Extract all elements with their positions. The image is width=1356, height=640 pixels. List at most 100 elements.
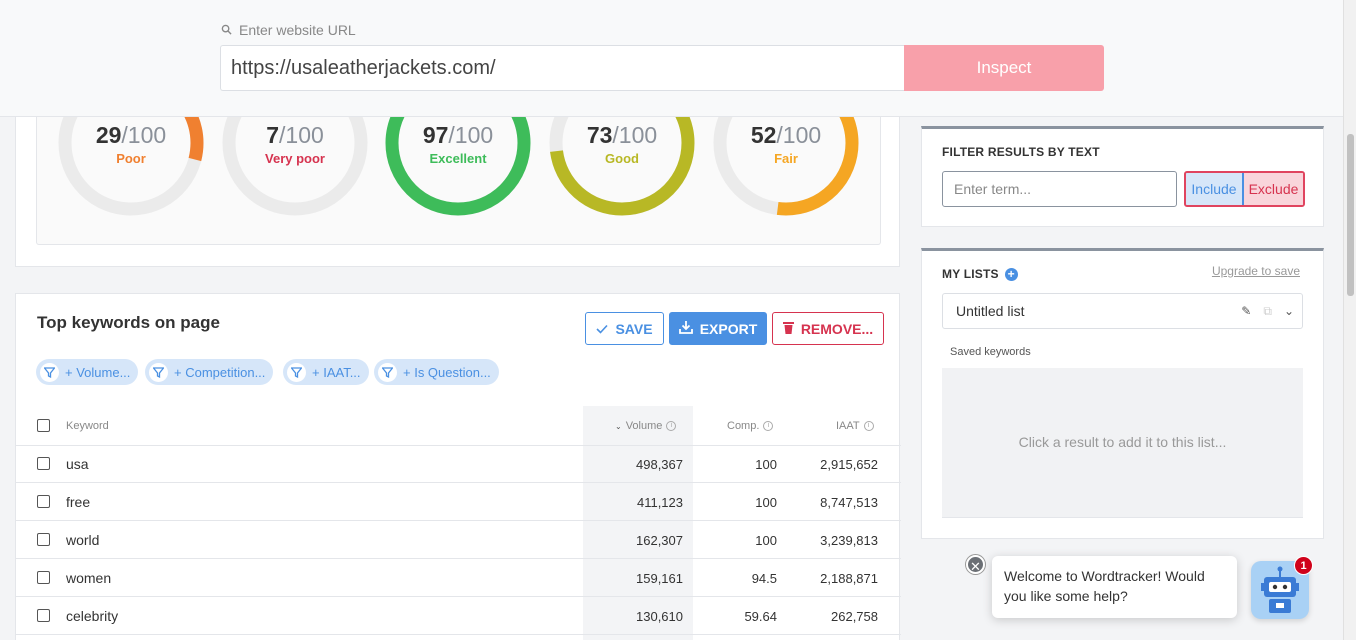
gauge-score: 29 xyxy=(95,122,122,148)
filter-icon xyxy=(40,362,59,382)
url-input[interactable]: https://usaleatherjackets.com/ xyxy=(220,45,905,91)
select-all-checkbox[interactable] xyxy=(37,419,50,432)
scrollbar-thumb[interactable] xyxy=(1347,134,1354,296)
gauge-score: 73 xyxy=(586,122,613,148)
page-scrollbar[interactable] xyxy=(1343,0,1356,640)
saved-keywords-label: Saved keywords xyxy=(950,346,1031,358)
my-lists-card: MY LISTS + Upgrade to save Untitled list … xyxy=(921,248,1324,539)
gauge-text: 97/100 Excellent xyxy=(385,122,531,166)
copy-icon[interactable]: ⧉ xyxy=(1263,294,1272,328)
info-icon[interactable]: i xyxy=(666,421,677,431)
row-checkbox[interactable] xyxy=(37,495,50,508)
export-label: EXPORT xyxy=(699,320,758,337)
exclude-button[interactable]: Exclude xyxy=(1244,173,1303,205)
header-volume[interactable]: ⌄ Volume i xyxy=(615,420,677,432)
header-iaat[interactable]: IAAT i xyxy=(836,420,874,432)
table-row[interactable]: celebrity 130,610 59.64 262,758 xyxy=(16,597,901,635)
table-row[interactable]: usa 498,367 100 2,915,652 xyxy=(16,445,901,483)
filter-icon xyxy=(287,362,306,382)
check-icon xyxy=(596,321,609,337)
row-volume: 411,123 xyxy=(636,495,683,510)
filter-icon xyxy=(149,362,168,382)
filter-card-title: FILTER RESULTS BY TEXT xyxy=(942,145,1100,159)
remove-button[interactable]: REMOVE... xyxy=(772,312,884,345)
search-icon xyxy=(221,22,232,38)
row-keyword: usa xyxy=(66,456,89,472)
row-volume: 159,161 xyxy=(636,571,683,586)
info-icon[interactable]: i xyxy=(763,421,774,431)
gauge-max: /100 xyxy=(279,122,324,148)
save-label: SAVE xyxy=(615,320,653,337)
include-exclude-toggle: Include Exclude xyxy=(1184,171,1305,207)
score-gauge: 73/100 Good xyxy=(549,100,695,216)
gauge-label: Very poor xyxy=(265,151,325,166)
filter-chip-volume[interactable]: + Volume... xyxy=(36,359,139,385)
chat-bubble[interactable]: Welcome to Wordtracker! Would you like s… xyxy=(992,556,1237,618)
save-button[interactable]: SAVE xyxy=(585,312,664,345)
url-bar: Enter website URL https://usaleatherjack… xyxy=(0,0,1343,117)
gauge-label: Good xyxy=(605,151,639,166)
row-iaat: 3,239,813 xyxy=(820,533,878,548)
score-gauge: 52/100 Fair xyxy=(713,100,859,216)
row-checkbox[interactable] xyxy=(37,457,50,470)
row-comp: 59.64 xyxy=(744,609,777,624)
gauge-text: 73/100 Good xyxy=(549,122,695,166)
my-lists-label: MY LISTS xyxy=(942,267,999,281)
row-comp: 100 xyxy=(755,457,777,472)
saved-keywords-box: Click a result to add it to this list... xyxy=(942,368,1303,518)
gauge-label: Poor xyxy=(116,151,146,166)
notification-badge: 1 xyxy=(1294,556,1313,575)
saved-empty-text: Click a result to add it to this list... xyxy=(1018,434,1227,450)
table-row[interactable]: world 162,307 100 3,239,813 xyxy=(16,521,901,559)
chat-close-button[interactable]: ✕ xyxy=(966,555,985,574)
header-comp-label: Comp. xyxy=(727,420,760,432)
filter-chip-is-question[interactable]: + Is Question... xyxy=(374,359,499,385)
pencil-icon[interactable]: ✎ xyxy=(1241,294,1251,328)
header-comp[interactable]: Comp. i xyxy=(727,420,774,432)
upgrade-link[interactable]: Upgrade to save xyxy=(1212,264,1300,278)
table-row[interactable]: free 411,123 100 8,747,513 xyxy=(16,483,901,521)
add-list-icon[interactable]: + xyxy=(1004,268,1018,282)
chevron-down-icon[interactable]: ⌄ xyxy=(1284,294,1294,328)
include-button[interactable]: Include xyxy=(1186,173,1244,205)
header-iaat-label: IAAT xyxy=(836,420,860,432)
row-checkbox[interactable] xyxy=(37,609,50,622)
score-gauge: 29/100 Poor xyxy=(58,100,204,216)
row-iaat: 2,915,652 xyxy=(820,457,878,472)
row-iaat: 2,188,871 xyxy=(820,571,878,586)
gauge-label: Excellent xyxy=(429,151,487,166)
row-checkbox[interactable] xyxy=(37,571,50,584)
filter-term-input[interactable]: Enter term... xyxy=(942,171,1177,207)
list-select[interactable]: Untitled list ✎ ⧉ ⌄ xyxy=(942,293,1303,329)
gauge-max: /100 xyxy=(448,122,494,148)
gauge-score: 7 xyxy=(266,122,280,148)
gauge-text: 29/100 Poor xyxy=(58,122,204,166)
row-keyword: free xyxy=(66,494,91,510)
filter-chip-competition[interactable]: + Competition... xyxy=(145,359,274,385)
row-comp: 100 xyxy=(755,533,777,548)
gauge-max: /100 xyxy=(612,122,658,148)
url-label-text: Enter website URL xyxy=(239,22,356,38)
table-row[interactable]: women 159,161 94.5 2,188,871 xyxy=(16,559,901,597)
url-label: Enter website URL xyxy=(221,22,356,38)
gauge-label: Fair xyxy=(774,151,798,166)
filter-chip-iaat[interactable]: + IAAT... xyxy=(283,359,369,385)
filter-icon xyxy=(378,362,397,382)
header-keyword[interactable]: Keyword xyxy=(66,420,109,432)
score-gauge: 97/100 Excellent xyxy=(385,100,531,216)
row-iaat: 262,758 xyxy=(831,609,878,624)
inspect-button[interactable]: Inspect xyxy=(904,45,1104,91)
filter-chip-label: + Volume... xyxy=(65,364,131,380)
filter-chip-label: + IAAT... xyxy=(312,364,361,380)
gauge-max: /100 xyxy=(776,122,822,148)
filter-chip-label: + Is Question... xyxy=(403,364,491,380)
table-header: Keyword ⌄ Volume i Comp. i IAAT i xyxy=(16,406,901,446)
row-keyword: women xyxy=(66,570,112,586)
row-checkbox[interactable] xyxy=(37,533,50,546)
info-icon[interactable]: i xyxy=(863,421,874,431)
header-volume-label: Volume xyxy=(625,420,663,432)
keywords-panel: Top keywords on page SAVE EXPORT REMOVE.… xyxy=(15,293,901,640)
row-comp: 100 xyxy=(755,495,777,510)
export-button[interactable]: EXPORT xyxy=(669,312,767,345)
row-comp: 94.5 xyxy=(751,571,777,586)
